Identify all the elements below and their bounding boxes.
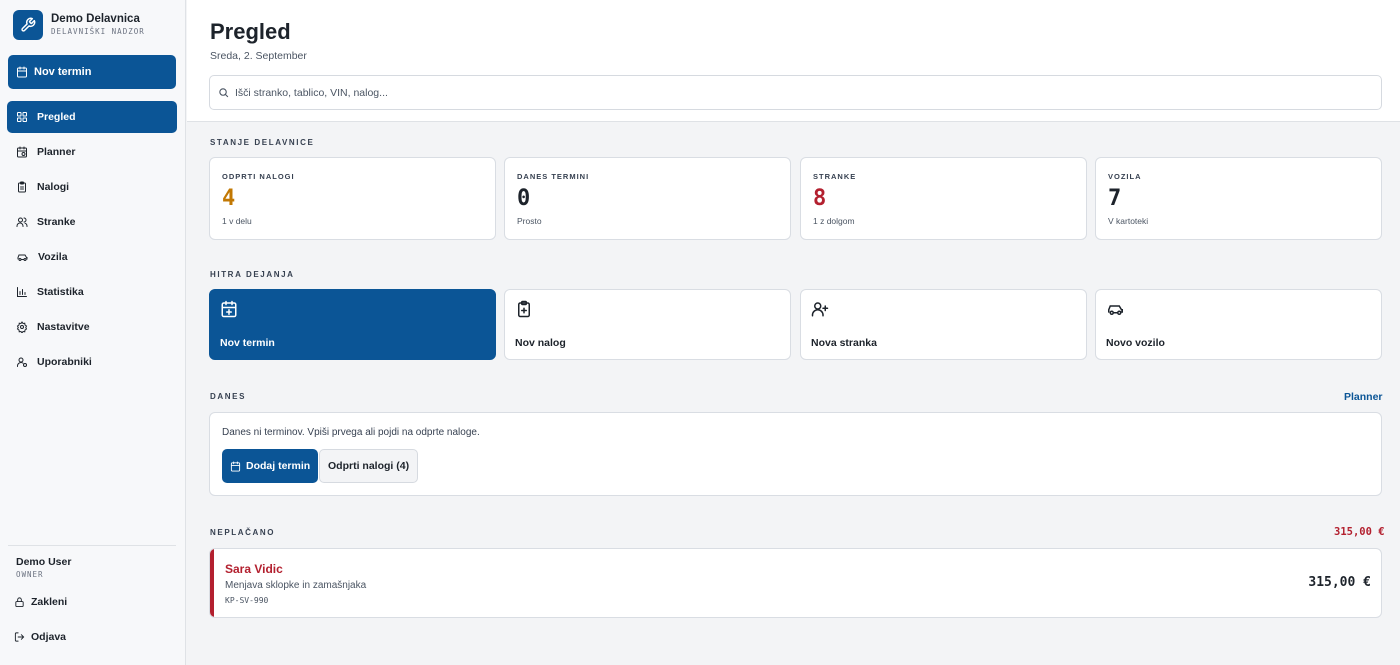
sidebar-item-planner[interactable]: Planner bbox=[7, 136, 177, 168]
stat-card-vehicles[interactable]: VOZILA 7 V kartoteki bbox=[1095, 157, 1382, 240]
brand-subtitle: DELAVNIŠKI NADZOR bbox=[51, 27, 145, 36]
page-header: Pregled Sreda, 2. September bbox=[187, 0, 1400, 122]
brand[interactable]: Demo Delavnica DELAVNIŠKI NADZOR bbox=[13, 10, 145, 40]
quick-actions-label: HITRA DEJANJA bbox=[210, 270, 295, 279]
stat-label: VOZILA bbox=[1108, 172, 1142, 181]
sidebar-item-label: Planner bbox=[37, 146, 76, 158]
sidebar-nav: Pregled Planner Nalogi Stranke Vozila St… bbox=[7, 101, 177, 381]
sidebar-item-label: Statistika bbox=[37, 286, 84, 298]
lock-label: Zakleni bbox=[31, 596, 68, 608]
today-empty-text: Danes ni terminov. Vpiši prvega ali pojd… bbox=[222, 427, 480, 438]
sidebar-item-pregled[interactable]: Pregled bbox=[7, 101, 177, 133]
unpaid-customer: Sara Vidic bbox=[225, 562, 283, 576]
action-label: Nov nalog bbox=[515, 337, 566, 349]
calendar-icon bbox=[230, 460, 241, 472]
car-icon bbox=[17, 254, 28, 261]
stat-label: DANES TERMINI bbox=[517, 172, 590, 181]
status-section-label: STANJE DELAVNICE bbox=[210, 138, 315, 147]
calendar-plus-icon bbox=[221, 300, 237, 318]
planner-link[interactable]: Planner bbox=[1344, 391, 1383, 403]
stat-card-customers[interactable]: STRANKE 8 1 z dolgom bbox=[800, 157, 1087, 240]
car-icon bbox=[1108, 305, 1123, 315]
quick-new-order-button[interactable]: Nov nalog bbox=[504, 289, 791, 360]
action-label: Novo vozilo bbox=[1106, 337, 1165, 349]
stat-value: 4 bbox=[222, 186, 236, 211]
user-cog-icon bbox=[17, 357, 27, 367]
stat-sub: 1 z dolgom bbox=[813, 216, 855, 226]
action-label: Nov termin bbox=[220, 337, 275, 349]
user-plus-icon bbox=[811, 302, 829, 317]
sidebar-item-label: Pregled bbox=[37, 111, 76, 123]
sidebar-item-vozila[interactable]: Vozila bbox=[7, 241, 177, 273]
sidebar-item-nastavitve[interactable]: Nastavitve bbox=[7, 311, 177, 343]
user-name: Demo User bbox=[16, 556, 72, 568]
today-section-label: DANES bbox=[210, 392, 247, 401]
search-box[interactable] bbox=[209, 75, 1382, 110]
stat-sub: 1 v delu bbox=[222, 216, 252, 226]
search-input[interactable] bbox=[235, 86, 1335, 99]
calendar-icon bbox=[17, 66, 27, 78]
sidebar-item-uporabniki[interactable]: Uporabniki bbox=[7, 346, 177, 378]
user-role: OWNER bbox=[16, 570, 44, 579]
sidebar-item-label: Uporabniki bbox=[37, 356, 92, 368]
stat-value: 0 bbox=[517, 186, 531, 211]
lock-icon bbox=[15, 597, 24, 608]
sidebar-item-label: Nalogi bbox=[37, 181, 70, 193]
open-orders-label: Odprti nalogi (4) bbox=[328, 460, 410, 472]
stat-sub: Prosto bbox=[517, 216, 542, 226]
stat-label: STRANKE bbox=[813, 172, 857, 181]
new-appointment-label: Nov termin bbox=[34, 66, 92, 78]
today-card: Danes ni terminov. Vpiši prvega ali pojd… bbox=[209, 412, 1382, 496]
sidebar-item-nalogi[interactable]: Nalogi bbox=[7, 171, 177, 203]
quick-new-customer-button[interactable]: Nova stranka bbox=[800, 289, 1087, 360]
page-title: Pregled bbox=[210, 19, 291, 44]
unpaid-plate: KP-SV-990 bbox=[225, 596, 269, 605]
new-appointment-button[interactable]: Nov termin bbox=[8, 55, 176, 89]
open-orders-button[interactable]: Odprti nalogi (4) bbox=[319, 449, 419, 483]
stat-value: 7 bbox=[1108, 186, 1122, 211]
clipboard-icon bbox=[18, 181, 26, 193]
bar-chart-icon bbox=[17, 287, 27, 297]
sidebar-item-label: Nastavitve bbox=[37, 321, 90, 333]
grid-icon bbox=[17, 112, 27, 122]
brand-name: Demo Delavnica bbox=[51, 13, 140, 25]
action-label: Nova stranka bbox=[811, 337, 877, 349]
stat-sub: V kartoteki bbox=[1108, 216, 1149, 226]
sidebar: Demo Delavnica DELAVNIŠKI NADZOR Nov ter… bbox=[0, 0, 186, 665]
logout-icon bbox=[14, 632, 25, 642]
stat-value: 8 bbox=[813, 186, 827, 211]
sidebar-item-label: Stranke bbox=[37, 216, 76, 228]
clipboard-plus-icon bbox=[518, 300, 530, 318]
stat-card-open-orders[interactable]: ODPRTI NALOGI 4 1 v delu bbox=[209, 157, 496, 240]
unpaid-section-label: NEPLAČANO bbox=[210, 528, 276, 537]
sidebar-divider bbox=[8, 545, 176, 546]
gear-icon bbox=[16, 321, 28, 333]
unpaid-description: Menjava sklopke in zamašnjaka bbox=[225, 580, 367, 591]
calendar-clock-icon bbox=[17, 146, 27, 158]
logout-button[interactable]: Odjava bbox=[14, 631, 66, 643]
add-appointment-label: Dodaj termin bbox=[246, 460, 311, 472]
stat-card-today-appointments[interactable]: DANES TERMINI 0 Prosto bbox=[504, 157, 791, 240]
sidebar-item-label: Vozila bbox=[38, 251, 68, 263]
unpaid-indicator bbox=[210, 549, 214, 617]
sidebar-item-statistika[interactable]: Statistika bbox=[7, 276, 177, 308]
unpaid-item[interactable]: Sara Vidic Menjava sklopke in zamašnjaka… bbox=[209, 548, 1382, 618]
sidebar-item-stranke[interactable]: Stranke bbox=[7, 206, 177, 238]
wrench-icon bbox=[13, 10, 43, 40]
search-icon bbox=[219, 88, 229, 98]
lock-button[interactable]: Zakleni bbox=[14, 596, 67, 608]
stat-label: ODPRTI NALOGI bbox=[222, 172, 295, 181]
unpaid-amount: 315,00 € bbox=[1308, 575, 1371, 590]
unpaid-total: 315,00 € bbox=[1334, 526, 1385, 538]
add-appointment-button[interactable]: Dodaj termin bbox=[222, 449, 319, 483]
logout-label: Odjava bbox=[31, 631, 67, 643]
quick-new-vehicle-button[interactable]: Novo vozilo bbox=[1095, 289, 1382, 360]
users-icon bbox=[16, 217, 28, 227]
user-info: Demo User OWNER bbox=[16, 556, 71, 581]
quick-new-appointment-button[interactable]: Nov termin bbox=[209, 289, 496, 360]
page-date: Sreda, 2. September bbox=[210, 50, 307, 62]
